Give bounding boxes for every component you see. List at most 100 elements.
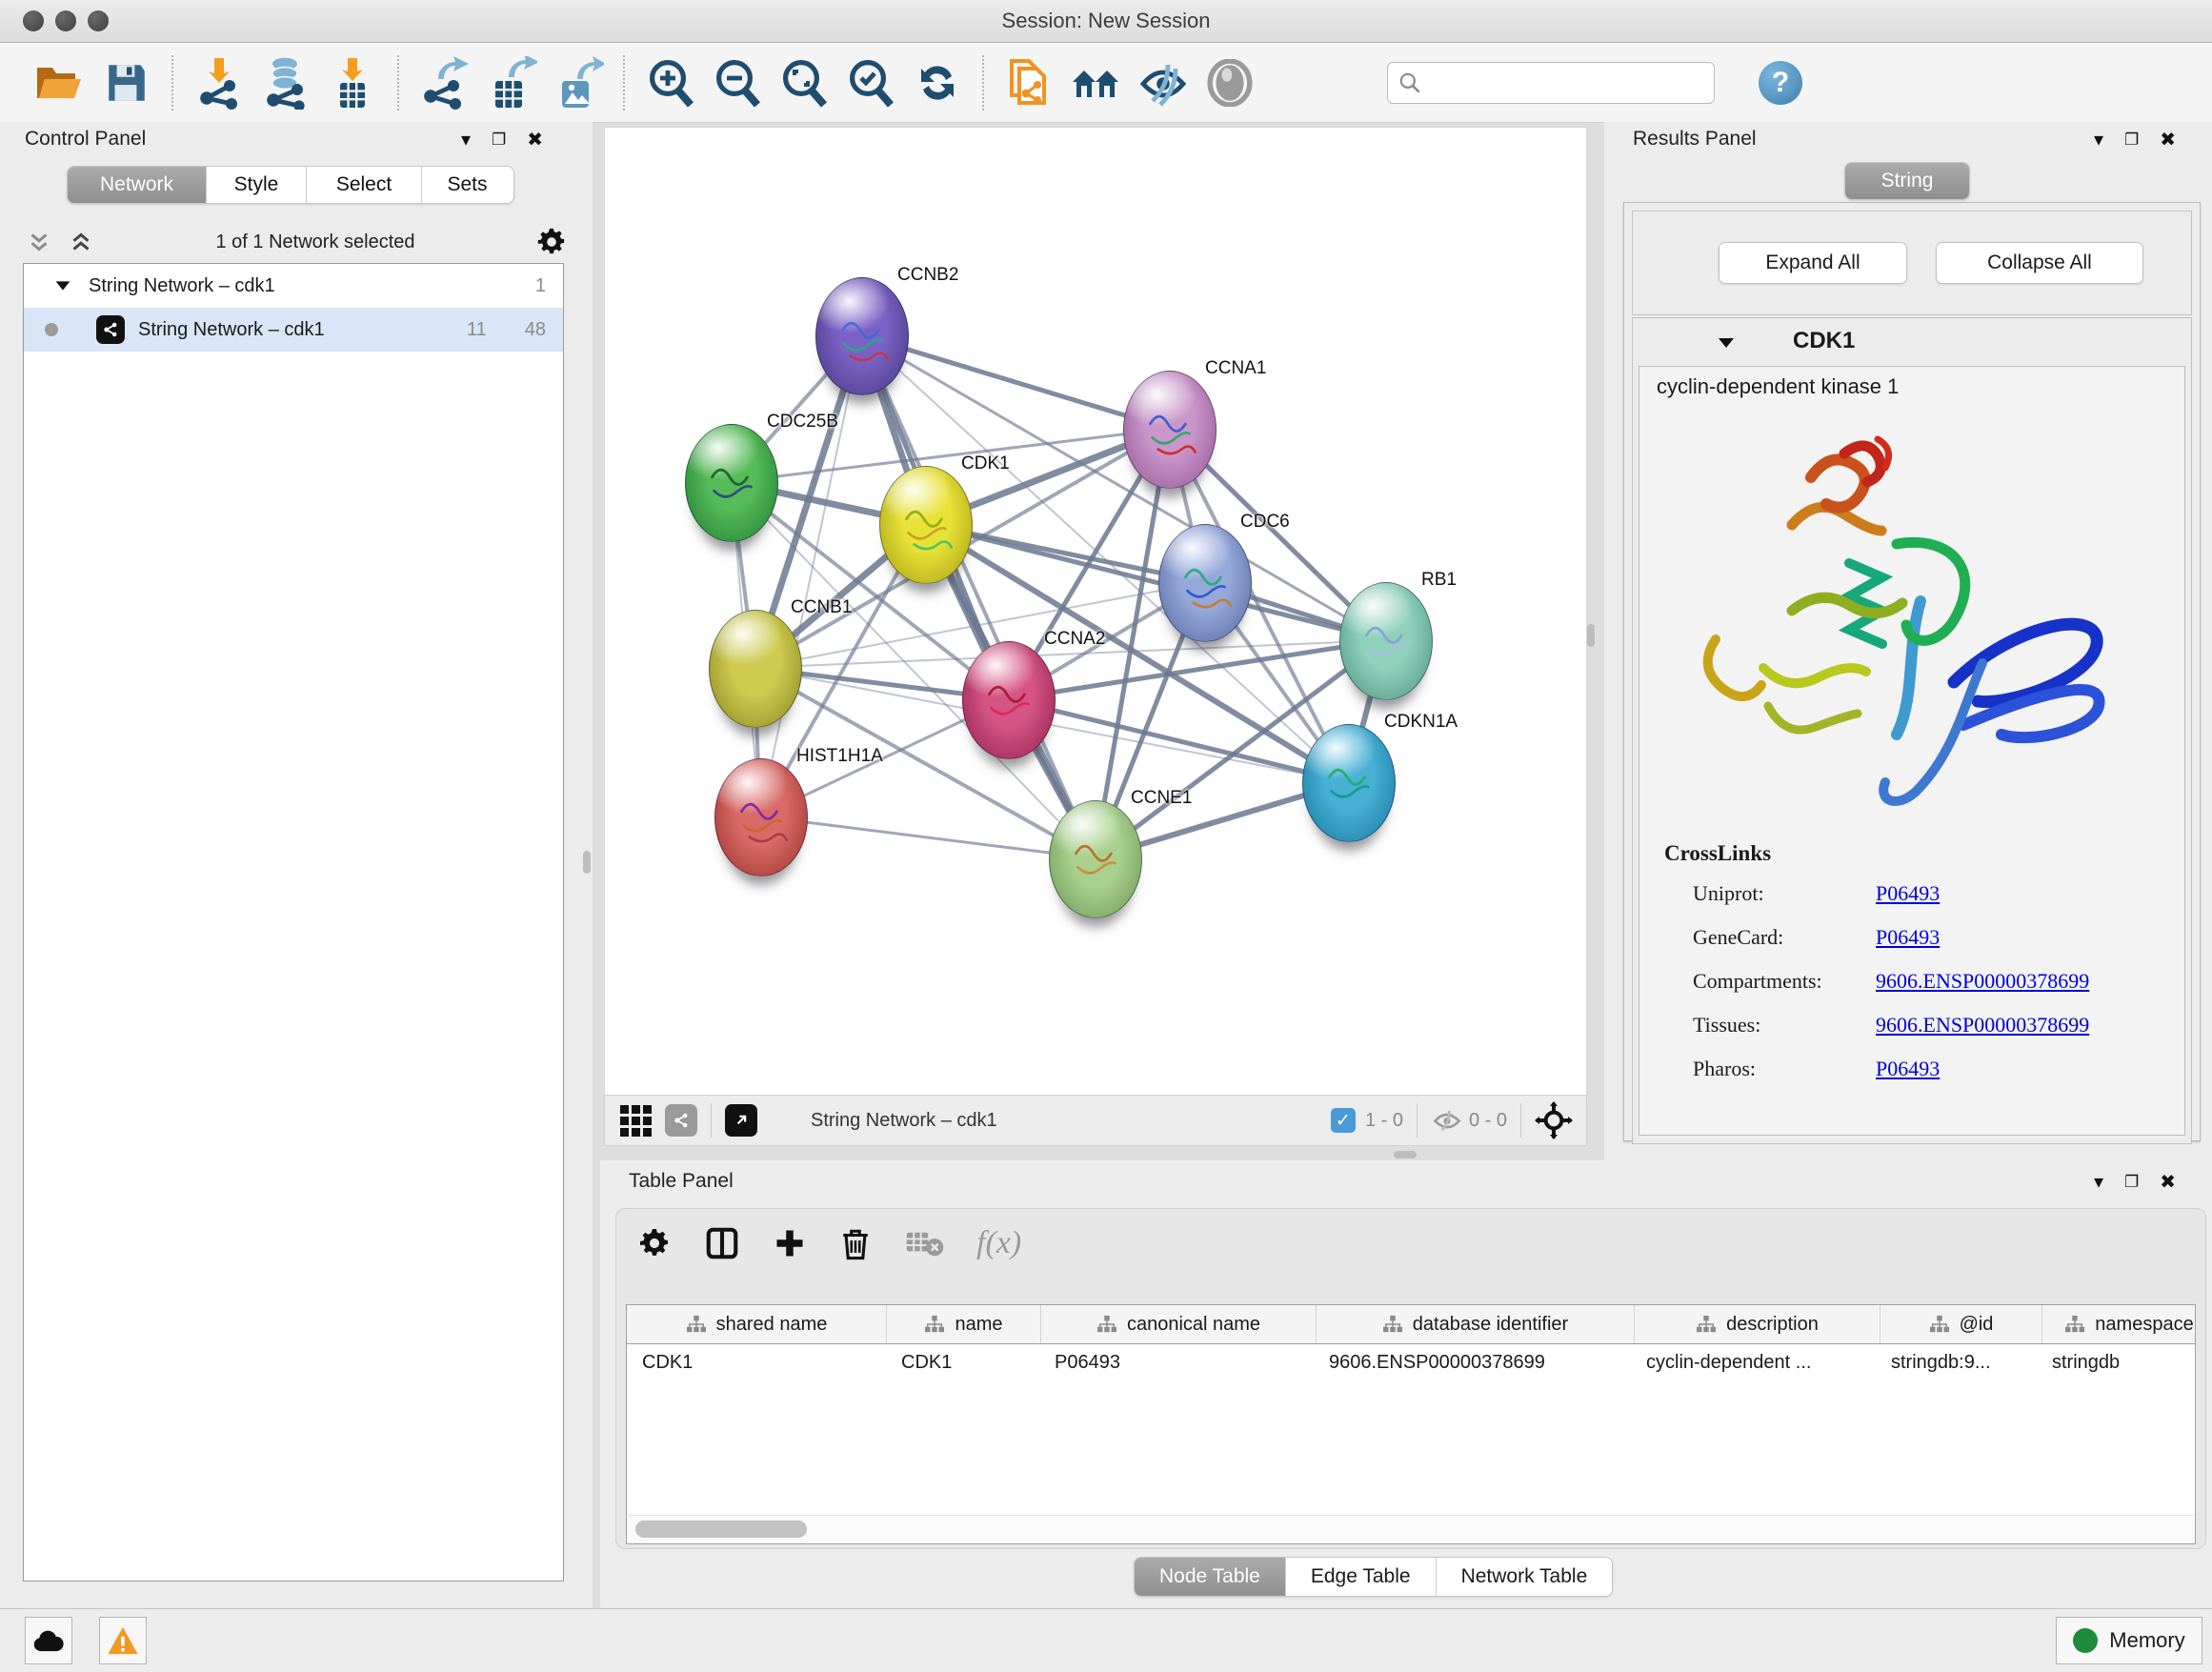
toolbar-search[interactable] [1387,62,1715,104]
refresh-view-button[interactable] [910,55,965,111]
table-cell[interactable]: CDK1 [886,1344,1039,1386]
expand-all-button[interactable]: Expand All [1719,242,1907,284]
collapse-all-button[interactable]: Collapse All [1936,242,2143,284]
table-cell[interactable]: stringdb [2037,1344,2196,1386]
fit-content-crosshair-icon[interactable] [1535,1101,1573,1139]
network-collection-row[interactable]: String Network – cdk1 1 [24,264,563,308]
warnings-button[interactable] [99,1617,147,1664]
network-options-gear-icon[interactable] [535,226,568,258]
node-CCNA1[interactable] [1123,371,1217,489]
panel-float-icon[interactable]: ❐ [2124,131,2139,150]
select-columns-icon[interactable] [704,1225,740,1261]
scrollbar-thumb[interactable] [635,1521,807,1538]
export-table-button[interactable] [484,55,539,111]
export-image-button[interactable] [551,55,606,111]
birds-eye-view-icon[interactable] [725,1104,757,1137]
tree-expand-icon[interactable] [52,275,73,296]
column-header-description[interactable]: description [1635,1305,1880,1343]
column-tree-icon [686,1315,707,1334]
edge-CCNB2-HIST1H1A[interactable] [760,335,861,816]
panel-close-icon[interactable]: ✖ [527,128,543,151]
show-hide-graphics-button[interactable] [1136,55,1191,111]
node-CDC25B[interactable] [685,424,778,542]
save-session-button[interactable] [99,55,154,111]
tab-network-table[interactable]: Network Table [1437,1558,1613,1596]
panel-float-icon[interactable]: ❐ [2124,1173,2139,1192]
node-HIST1H1A[interactable] [714,758,808,876]
column-header-name[interactable]: name [887,1305,1041,1343]
delete-column-icon[interactable] [839,1225,872,1261]
help-button[interactable]: ? [1759,61,1802,105]
zoom-out-button[interactable] [710,55,765,111]
panel-close-icon[interactable]: ✖ [2160,1170,2176,1194]
memory-button[interactable]: Memory [2056,1617,2202,1664]
grid-view-icon[interactable] [620,1105,652,1137]
tab-select[interactable]: Select [307,167,422,203]
string-home-button[interactable] [1069,55,1124,111]
tab-string[interactable]: String [1845,163,1969,199]
crosslink-value-link[interactable]: P06493 [1876,1057,1940,1081]
tab-node-table[interactable]: Node Table [1135,1558,1286,1596]
zoom-in-button[interactable] [643,55,698,111]
crosslink-value-link[interactable]: P06493 [1876,881,1940,906]
import-table-icon [327,56,378,110]
crosslink-value-link[interactable]: P06493 [1876,925,1940,950]
edge-CCNB2-CCNE1[interactable] [861,335,1095,858]
tab-edge-table[interactable]: Edge Table [1286,1558,1437,1596]
node-CCNE1[interactable] [1049,800,1142,918]
share-view-icon[interactable] [665,1104,697,1137]
panel-float-icon[interactable]: ❐ [492,131,506,150]
table-cell[interactable]: 9606.ENSP00000378699 [1314,1344,1631,1386]
open-session-button[interactable] [32,55,88,111]
table-cell[interactable]: cyclin-dependent ... [1631,1344,1876,1386]
network-canvas[interactable]: CCNB2CCNA1CDC25BCDK1CDC6RB1CCNB1CCNA2CDK… [604,127,1587,1097]
column-header--id[interactable]: @id [1880,1305,2042,1343]
expand-all-networks-icon[interactable] [67,228,95,256]
crosslink-value-link[interactable]: 9606.ENSP00000378699 [1876,1013,2089,1037]
network-results-splitter[interactable] [1587,624,1595,647]
node-CDC6[interactable] [1158,524,1252,642]
node-CCNB1[interactable] [709,610,802,728]
search-input[interactable] [1422,71,1693,94]
column-header-namespace[interactable]: namespace [2042,1305,2196,1343]
open-in-cytoscape-web-button[interactable] [1002,55,1057,111]
crosslink-value-link[interactable]: 9606.ENSP00000378699 [1876,969,2089,994]
protein-collapse-icon[interactable] [1715,332,1738,354]
panel-close-icon[interactable]: ✖ [2160,128,2176,151]
table-gear-icon[interactable] [637,1226,672,1260]
node-CCNB2[interactable] [815,277,909,395]
selected-checkbox-icon[interactable]: ✓ [1331,1108,1356,1133]
node-CDKN1A[interactable] [1302,724,1396,842]
network-table-splitter[interactable] [1394,1151,1417,1158]
column-header-shared-name[interactable]: shared name [627,1305,887,1343]
node-CDK1[interactable] [879,466,973,584]
node-RB1[interactable] [1339,582,1433,700]
tab-sets[interactable]: Sets [422,167,513,203]
panel-menu-icon[interactable]: ▾ [461,128,471,151]
import-network-database-button[interactable] [258,55,313,111]
control-network-splitter[interactable] [583,851,591,874]
import-network-file-button[interactable] [191,55,247,111]
zoom-fit-button[interactable] [776,55,832,111]
table-cell[interactable]: CDK1 [627,1344,886,1386]
table-row[interactable]: CDK1CDK1P064939606.ENSP00000378699cyclin… [627,1344,2195,1386]
collapse-all-networks-icon[interactable] [25,228,53,256]
panel-menu-icon[interactable]: ▾ [2094,1170,2103,1194]
export-network-button[interactable] [417,55,473,111]
network-row[interactable]: String Network – cdk1 11 48 [24,308,563,352]
edge-HIST1H1A-CCNE1[interactable] [760,816,1095,858]
add-column-icon[interactable] [773,1226,807,1260]
table-cell[interactable]: P06493 [1039,1344,1314,1386]
tab-network[interactable]: Network [68,167,207,203]
import-table-file-button[interactable] [325,55,380,111]
node-CCNA2[interactable] [962,641,1056,759]
table-hscrollbar[interactable] [628,1515,2194,1542]
zoom-selected-button[interactable] [843,55,898,111]
panel-menu-icon[interactable]: ▾ [2094,128,2103,151]
level-of-detail-button[interactable] [1202,55,1257,111]
table-cell[interactable]: stringdb:9... [1876,1344,2037,1386]
cloud-status-button[interactable] [25,1617,72,1664]
column-header-canonical-name[interactable]: canonical name [1041,1305,1317,1343]
column-header-database-identifier[interactable]: database identifier [1317,1305,1635,1343]
tab-style[interactable]: Style [207,167,307,203]
